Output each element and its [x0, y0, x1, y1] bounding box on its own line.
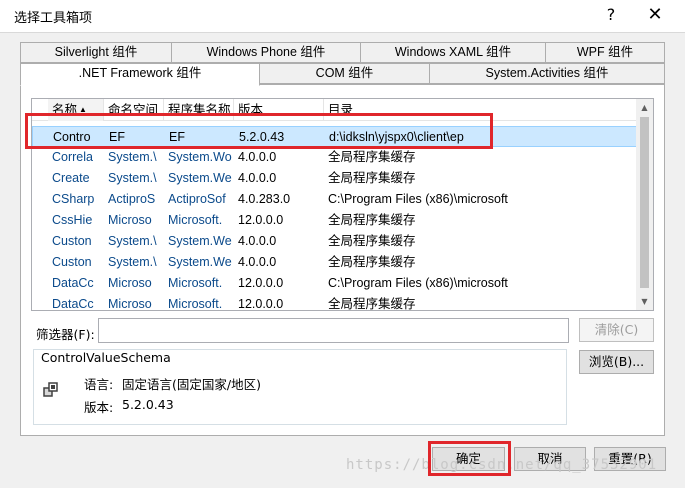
list-cell: 4.0.0.0 — [238, 255, 277, 269]
list-cell: System.\ — [108, 150, 157, 164]
list-row[interactable]: Custon System.\ System.We 4.0.0.0 全局程序集缓存 — [32, 231, 637, 252]
info-title: ControlValueSchema — [38, 350, 174, 365]
list-cell: Microso — [108, 297, 152, 311]
scroll-thumb[interactable] — [640, 117, 649, 288]
version-label: 版本: — [84, 400, 114, 415]
list-cell: 全局程序集缓存 — [328, 255, 416, 269]
list-row[interactable]: Custon System.\ System.We 4.0.0.0 全局程序集缓存 — [32, 252, 637, 273]
list-cell: DataCc — [52, 276, 94, 290]
filter-label: 筛选器(F): — [36, 327, 95, 342]
list-cell: Microso — [108, 213, 152, 227]
list-cell: System.We — [168, 171, 232, 185]
list-cell: ActiproSof — [168, 192, 226, 206]
help-button[interactable]: ? — [601, 5, 621, 27]
title-bar: 选择工具箱项 ? ✕ — [0, 0, 685, 32]
list-cell: System.Wo — [168, 150, 232, 164]
list-cell: Microsoft. — [168, 276, 223, 290]
list-cell: DataCc — [52, 297, 94, 311]
list-cell: 4.0.0.0 — [238, 171, 277, 185]
close-button[interactable]: ✕ — [640, 2, 670, 28]
tab-windows-xaml[interactable]: Windows XAML 组件 — [360, 42, 546, 63]
list-cell: C:\Program Files (x86)\microsoft — [328, 192, 508, 206]
filter-input[interactable] — [98, 318, 569, 343]
scroll-down-arrow-icon[interactable]: ▼ — [636, 293, 653, 310]
list-cell: 12.0.0.0 — [238, 213, 284, 227]
vertical-scrollbar[interactable]: ▲ ▼ — [636, 99, 653, 310]
list-cell: CssHie — [52, 213, 93, 227]
list-row[interactable]: Create System.\ System.We 4.0.0.0 全局程序集缓存 — [32, 168, 637, 189]
browse-button[interactable]: 浏览(B)... — [579, 350, 654, 374]
highlight-box-selected-row — [25, 113, 493, 149]
list-row[interactable]: Correla System.\ System.Wo 4.0.0.0 全局程序集缓存 — [32, 147, 637, 168]
list-cell: Create — [52, 171, 90, 185]
tab-system-activities[interactable]: System.Activities 组件 — [429, 63, 665, 84]
list-cell: ActiproS — [108, 192, 156, 206]
list-cell: 全局程序集缓存 — [328, 213, 416, 227]
list-row[interactable]: CssHie Microso Microsoft. 12.0.0.0 全局程序集缓存 — [32, 210, 637, 231]
clear-button[interactable]: 清除(C) — [579, 318, 654, 342]
list-row[interactable]: CSharp ActiproS ActiproSof 4.0.283.0 C:\Prog… — [32, 189, 637, 210]
list-cell: System.\ — [108, 255, 157, 269]
list-cell: 4.0.0.0 — [238, 234, 277, 248]
tab-windows-phone[interactable]: Windows Phone 组件 — [171, 42, 361, 63]
list-row[interactable]: DataCc Microso Microsoft. 12.0.0.0 C:\Progra… — [32, 273, 637, 294]
list-row[interactable]: DataCc Microso Microsoft. 12.0.0.0 全局程序集缓存 — [32, 294, 637, 311]
tab-wpf[interactable]: WPF 组件 — [545, 42, 665, 63]
component-icon — [43, 382, 58, 397]
list-cell: Custon — [52, 234, 92, 248]
tab-silverlight[interactable]: Silverlight 组件 — [20, 42, 172, 63]
highlight-box-ok-button — [428, 441, 511, 476]
list-cell: Microsoft. — [168, 297, 223, 311]
list-cell: 全局程序集缓存 — [328, 171, 416, 185]
tab-net-framework[interactable]: .NET Framework 组件 — [20, 63, 260, 86]
list-cell: 全局程序集缓存 — [328, 297, 416, 311]
list-cell: 12.0.0.0 — [238, 276, 284, 290]
list-cell: System.\ — [108, 171, 157, 185]
list-cell: 全局程序集缓存 — [328, 234, 416, 248]
list-cell: Correla — [52, 150, 93, 164]
list-cell: Microso — [108, 276, 152, 290]
list-cell: System.\ — [108, 234, 157, 248]
language-value: 固定语言(固定国家/地区) — [122, 377, 261, 392]
list-cell: 4.0.283.0 — [238, 192, 291, 206]
list-cell: 12.0.0.0 — [238, 297, 284, 311]
tab-com[interactable]: COM 组件 — [259, 63, 430, 84]
list-cell: System.We — [168, 234, 232, 248]
list-cell: Microsoft. — [168, 213, 223, 227]
list-cell: Custon — [52, 255, 92, 269]
list-cell: System.We — [168, 255, 232, 269]
list-cell: C:\Program Files (x86)\microsoft — [328, 276, 508, 290]
list-cell: 全局程序集缓存 — [328, 150, 416, 164]
version-value: 5.2.0.43 — [122, 397, 174, 412]
language-label: 语言: — [84, 377, 114, 392]
window-title: 选择工具箱项 — [14, 11, 93, 26]
list-cell: 4.0.0.0 — [238, 150, 277, 164]
list-cell: CSharp — [52, 192, 95, 206]
scroll-up-arrow-icon[interactable]: ▲ — [636, 99, 653, 116]
